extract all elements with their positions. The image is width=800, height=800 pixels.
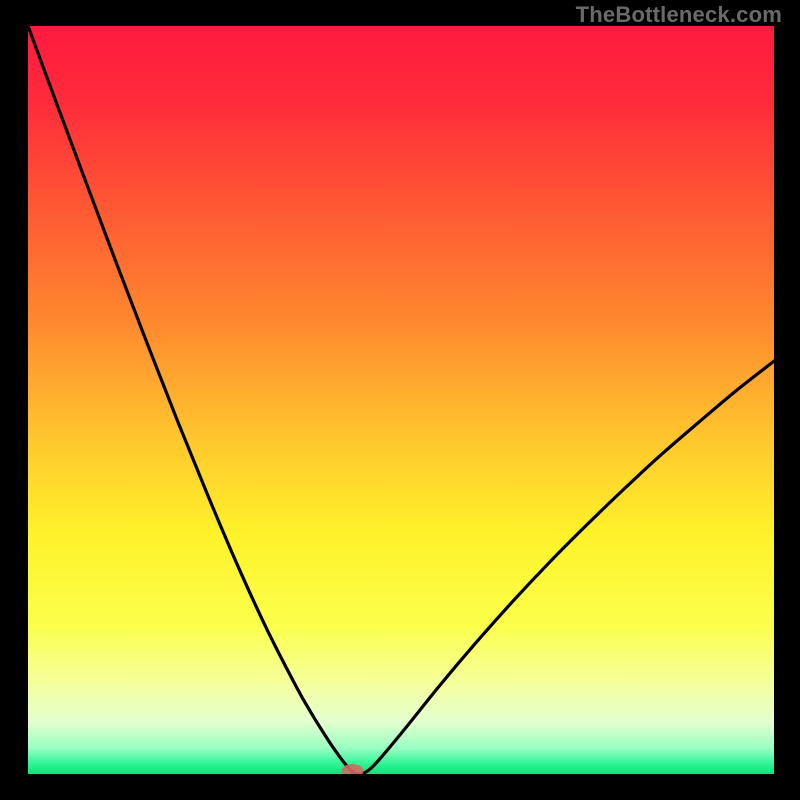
watermark-text: TheBottleneck.com xyxy=(576,2,782,28)
gradient-background xyxy=(28,26,774,774)
chart-container: TheBottleneck.com xyxy=(0,0,800,800)
plot-area xyxy=(28,26,774,774)
bottleneck-chart-svg xyxy=(28,26,774,774)
